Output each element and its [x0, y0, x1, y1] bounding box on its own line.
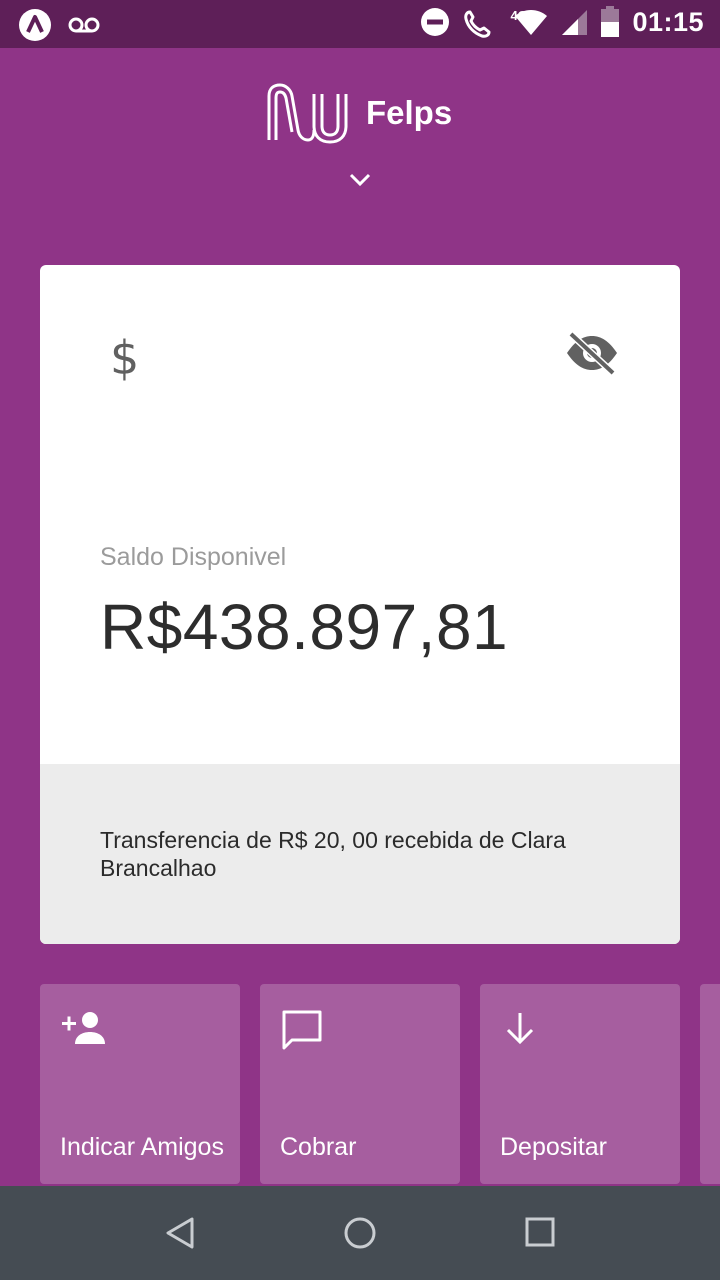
nu-logo [267, 83, 348, 144]
network-type-label: 4G [510, 8, 528, 23]
account-name: Felps [366, 94, 453, 131]
status-time: 01:15 [632, 6, 704, 37]
deposit-button[interactable]: Depositar [480, 984, 680, 1184]
last-transaction-text: Transferencia de R$ 20, 00 recebida de C… [100, 827, 566, 881]
wifi-calling-icon: 4G [462, 6, 528, 38]
actions-row: Indicar Amigos Cobrar Depositar [40, 984, 720, 1184]
navigation-bar [0, 1186, 720, 1280]
last-transaction-footer[interactable]: Transferencia de R$ 20, 00 recebida de C… [40, 764, 680, 944]
do-not-disturb-icon [421, 8, 450, 36]
balance-card[interactable]: $ Saldo Disponivel R$438.897,81 Transfer… [40, 265, 680, 944]
nubank-notification-icon [19, 9, 51, 41]
balance-value: R$438.897,81 [100, 591, 509, 663]
refer-friends-label: Indicar Amigos [60, 1133, 224, 1161]
chevron-down-icon[interactable] [348, 172, 372, 188]
dollar-icon: $ [110, 331, 140, 385]
status-bar: 4G 01:15 [0, 0, 720, 48]
account-switcher[interactable]: Felps [266, 82, 452, 144]
back-icon[interactable] [164, 1216, 196, 1250]
recents-icon[interactable] [524, 1216, 556, 1248]
arrow-down-icon [506, 1013, 534, 1045]
home-icon[interactable] [343, 1216, 377, 1250]
next-action-tile[interactable] [700, 984, 720, 1184]
deposit-label: Depositar [500, 1133, 607, 1161]
voicemail-icon [68, 17, 100, 33]
chat-bubble-icon [282, 1010, 322, 1050]
refer-friends-button[interactable]: Indicar Amigos [40, 984, 240, 1184]
balance-label: Saldo Disponivel [100, 543, 287, 571]
signal-icon [562, 10, 588, 35]
battery-icon [601, 6, 620, 37]
charge-label: Cobrar [280, 1133, 357, 1161]
hide-balance-eye-icon[interactable] [565, 331, 619, 375]
add-person-icon [62, 1012, 105, 1044]
charge-button[interactable]: Cobrar [260, 984, 460, 1184]
header: Felps [0, 48, 720, 218]
